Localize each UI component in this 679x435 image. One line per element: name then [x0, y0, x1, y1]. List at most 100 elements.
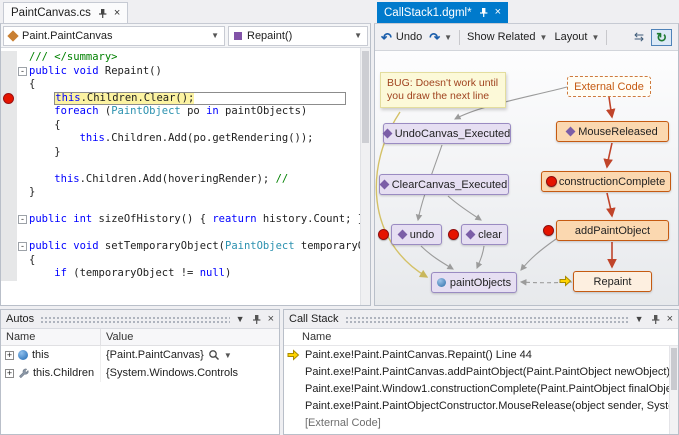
- code-line[interactable]: }: [1, 146, 360, 160]
- code-line[interactable]: [1, 159, 360, 173]
- graph-node-undocanvas-executed[interactable]: UndoCanvas_Executed: [383, 123, 511, 144]
- breakpoint-margin[interactable]: [1, 92, 17, 106]
- breakpoint-margin[interactable]: [1, 159, 17, 173]
- graph-canvas[interactable]: BUG: Doesn't work until you draw the nex…: [375, 51, 678, 305]
- layout-dropdown[interactable]: Layout ▼: [554, 31, 599, 43]
- redo-button[interactable]: ↷ ▼: [429, 31, 452, 44]
- undo-button[interactable]: ↶ Undo: [381, 31, 422, 44]
- breakpoint-margin[interactable]: [1, 227, 17, 241]
- scrollbar-thumb[interactable]: [671, 348, 677, 390]
- show-related-dropdown[interactable]: Show Related ▼: [467, 31, 547, 43]
- callstack-frame[interactable]: Paint.exe!Paint.PaintCanvas.addPaintObje…: [284, 363, 678, 380]
- callstack-frame[interactable]: Paint.exe!Paint.PaintCanvas.Repaint() Li…: [284, 346, 678, 363]
- vertical-splitter[interactable]: [371, 0, 374, 306]
- pin-icon[interactable]: [478, 7, 489, 18]
- graph-node-addpaintobject[interactable]: addPaintObject: [556, 220, 669, 241]
- breakpoint-margin[interactable]: [1, 51, 17, 65]
- bottom-vertical-splitter[interactable]: [280, 309, 283, 435]
- code-text[interactable]: [29, 200, 360, 214]
- code-text[interactable]: {: [29, 78, 360, 92]
- graph-node-mousereleased[interactable]: MouseReleased: [556, 121, 669, 142]
- member-dropdown[interactable]: Repaint() ▼: [228, 26, 368, 46]
- code-text[interactable]: [29, 159, 360, 173]
- code-text[interactable]: public int sizeOfHistory() { reaturn his…: [29, 213, 360, 227]
- code-line[interactable]: this.Children.Add(po.getRendering());: [1, 132, 360, 146]
- code-text[interactable]: }: [29, 186, 360, 200]
- code-text[interactable]: if (temporaryObject != null): [29, 267, 360, 281]
- callstack-frame[interactable]: [External Code]: [284, 414, 678, 431]
- graph-node-external-code[interactable]: External Code: [567, 76, 651, 97]
- code-line[interactable]: -public void Repaint(): [1, 65, 360, 79]
- close-icon[interactable]: ×: [114, 8, 120, 19]
- code-text[interactable]: /// </summary>: [29, 51, 360, 65]
- code-line[interactable]: {: [1, 78, 360, 92]
- breakpoint-margin[interactable]: [1, 213, 17, 227]
- fold-collapse-icon[interactable]: -: [18, 67, 27, 76]
- code-text[interactable]: foreach (PaintObject po in paintObjects): [29, 105, 360, 119]
- tab-callstack-dgml[interactable]: CallStack1.dgml* ×: [377, 2, 508, 23]
- window-position-icon[interactable]: ▼: [236, 315, 245, 324]
- breakpoint-icon[interactable]: [3, 93, 14, 104]
- editor-scrollbar[interactable]: [360, 48, 370, 305]
- expand-icon[interactable]: +: [5, 351, 14, 360]
- sync-with-callstack-toggle[interactable]: ↻: [651, 29, 672, 46]
- close-icon[interactable]: ×: [495, 7, 501, 18]
- column-header-name[interactable]: Name: [1, 329, 101, 345]
- breakpoint-margin[interactable]: [1, 200, 17, 214]
- callstack-scrollbar[interactable]: [669, 346, 678, 434]
- breakpoint-margin[interactable]: [1, 267, 17, 281]
- code-line[interactable]: -public void setTemporaryObject(PaintObj…: [1, 240, 360, 254]
- code-line[interactable]: this.Children.Add(hoveringRender); //: [1, 173, 360, 187]
- code-text[interactable]: {: [29, 119, 360, 133]
- expand-icon[interactable]: +: [5, 369, 14, 378]
- code-text[interactable]: this.Children.Clear();: [29, 92, 360, 106]
- code-text[interactable]: this.Children.Add(hoveringRender); //: [29, 173, 360, 187]
- code-line[interactable]: }: [1, 186, 360, 200]
- breakpoint-badge-icon[interactable]: [546, 176, 557, 187]
- breakpoint-margin[interactable]: [1, 186, 17, 200]
- callstack-titlebar[interactable]: Call Stack ▼ ×: [284, 310, 678, 329]
- pin-icon[interactable]: [650, 314, 661, 325]
- code-line[interactable]: /// </summary>: [1, 51, 360, 65]
- fold-collapse-icon[interactable]: -: [18, 242, 27, 251]
- breakpoint-badge-icon[interactable]: [543, 225, 554, 236]
- breakpoint-margin[interactable]: [1, 119, 17, 133]
- breakpoint-badge-icon[interactable]: [378, 229, 389, 240]
- flip-direction-icon[interactable]: ⇆: [634, 31, 644, 43]
- code-line[interactable]: -public int sizeOfHistory() { reaturn hi…: [1, 213, 360, 227]
- code-text[interactable]: public void Repaint(): [29, 65, 360, 79]
- code-text[interactable]: public void setTemporaryObject(PaintObje…: [29, 240, 360, 254]
- code-text[interactable]: this.Children.Add(po.getRendering());: [29, 132, 360, 146]
- code-text[interactable]: {: [29, 254, 360, 268]
- graph-node-paintobjects[interactable]: paintObjects: [431, 272, 517, 293]
- breakpoint-badge-icon[interactable]: [448, 229, 459, 240]
- graph-node-clearcanvas-executed[interactable]: ClearCanvas_Executed: [379, 174, 509, 195]
- code-line[interactable]: this.Children.Clear();: [1, 92, 360, 106]
- pin-icon[interactable]: [251, 314, 262, 325]
- close-icon[interactable]: ×: [667, 314, 673, 325]
- autos-row[interactable]: +this.Children{System.Windows.Controls: [1, 364, 279, 382]
- breakpoint-margin[interactable]: [1, 254, 17, 268]
- breakpoint-margin[interactable]: [1, 173, 17, 187]
- code-line[interactable]: [1, 227, 360, 241]
- code-line[interactable]: {: [1, 119, 360, 133]
- breakpoint-margin[interactable]: [1, 146, 17, 160]
- code-line[interactable]: if (temporaryObject != null): [1, 267, 360, 281]
- bug-comment-note[interactable]: BUG: Doesn't work until you draw the nex…: [380, 72, 506, 108]
- drag-grip[interactable]: [345, 316, 629, 324]
- code-line[interactable]: foreach (PaintObject po in paintObjects): [1, 105, 360, 119]
- breakpoint-margin[interactable]: [1, 240, 17, 254]
- breakpoint-margin[interactable]: [1, 105, 17, 119]
- breakpoint-margin[interactable]: [1, 65, 17, 79]
- code-line[interactable]: {: [1, 254, 360, 268]
- code-text[interactable]: }: [29, 146, 360, 160]
- callstack-frame[interactable]: Paint.exe!Paint.Window1.constructionComp…: [284, 380, 678, 397]
- graph-node-undo[interactable]: undo: [391, 224, 442, 245]
- close-icon[interactable]: ×: [268, 314, 274, 325]
- drag-grip[interactable]: [40, 316, 230, 324]
- code-lines[interactable]: /// </summary>-public void Repaint(){ th…: [1, 48, 360, 305]
- code-line[interactable]: [1, 200, 360, 214]
- graph-node-clear[interactable]: clear: [461, 224, 508, 245]
- scrollbar-thumb[interactable]: [362, 51, 369, 143]
- column-header-value[interactable]: Value: [101, 331, 279, 343]
